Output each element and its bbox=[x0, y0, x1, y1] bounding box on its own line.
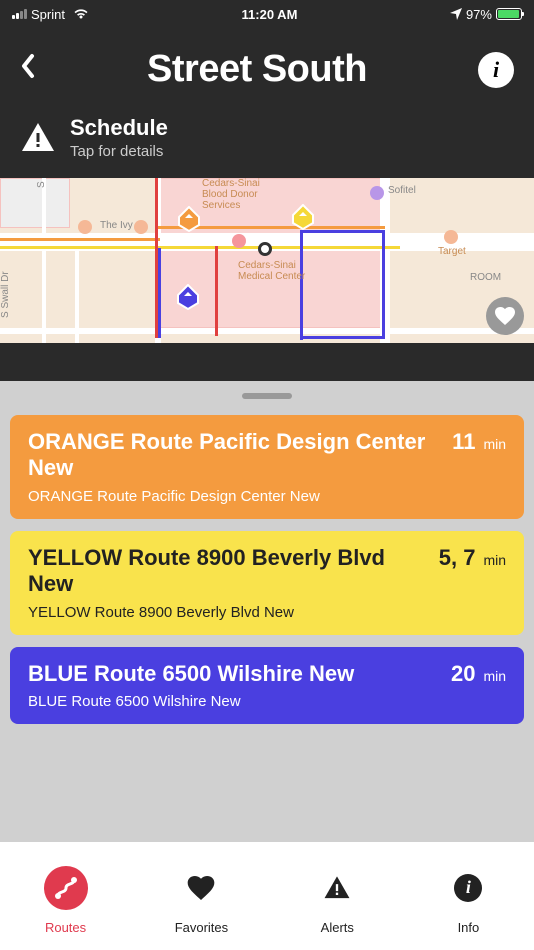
map-label-cedars-med: Cedars-Sinai Medical Center bbox=[238, 260, 318, 282]
schedule-banner[interactable]: Schedule Tap for details bbox=[0, 101, 534, 178]
info-button[interactable]: i bbox=[478, 52, 514, 88]
favorite-button[interactable] bbox=[486, 297, 524, 335]
heart-icon bbox=[495, 307, 515, 325]
schedule-title: Schedule bbox=[70, 115, 168, 141]
nav-routes[interactable]: Routes bbox=[44, 866, 88, 935]
status-right: 97% bbox=[450, 7, 522, 22]
route-card-yellow[interactable]: YELLOW Route 8900 Beverly Blvd New 5, 7 … bbox=[10, 531, 524, 635]
route-name: YELLOW Route 8900 Beverly Blvd New bbox=[28, 545, 429, 598]
nav-label: Routes bbox=[45, 920, 86, 935]
map-label-sofitel: Sofitel bbox=[388, 185, 416, 196]
map-marker-blue bbox=[177, 284, 199, 310]
page-title: Street South bbox=[147, 48, 367, 91]
route-time: 20 min bbox=[451, 661, 506, 687]
map-marker-yellow bbox=[292, 204, 314, 230]
signal-icon bbox=[12, 9, 27, 19]
battery-icon bbox=[496, 8, 522, 20]
nav-alerts[interactable]: Alerts bbox=[315, 866, 359, 935]
heart-icon bbox=[187, 876, 215, 900]
poi-medical bbox=[232, 234, 246, 248]
status-left: Sprint bbox=[12, 7, 89, 22]
sheet-handle[interactable] bbox=[242, 393, 292, 399]
map[interactable]: Cedars-Sinai Blood Donor Services Cedars… bbox=[0, 178, 534, 343]
route-card-blue[interactable]: BLUE Route 6500 Wilshire New 20 min BLUE… bbox=[10, 647, 524, 724]
route-name: ORANGE Route Pacific Design Center New bbox=[28, 429, 442, 482]
status-bar: Sprint 11:20 AM 97% bbox=[0, 0, 534, 28]
info-icon: i bbox=[454, 874, 482, 902]
map-label-target: Target bbox=[438, 246, 466, 257]
status-time: 11:20 AM bbox=[242, 7, 298, 22]
map-center-dot bbox=[258, 242, 272, 256]
map-label-room: ROOM bbox=[470, 272, 501, 283]
poi-target bbox=[444, 230, 458, 244]
schedule-subtitle: Tap for details bbox=[70, 143, 168, 160]
warning-icon bbox=[20, 120, 56, 156]
map-label-swall: S Swall Dr bbox=[0, 271, 11, 318]
back-button[interactable] bbox=[20, 53, 36, 86]
route-name: BLUE Route 6500 Wilshire New bbox=[28, 661, 441, 687]
poi-hotel bbox=[370, 186, 384, 200]
nav-label: Alerts bbox=[321, 920, 354, 935]
route-time: 11 min bbox=[452, 429, 506, 455]
schedule-text: Schedule Tap for details bbox=[70, 115, 168, 160]
route-sheet: ORANGE Route Pacific Design Center New 1… bbox=[0, 381, 534, 842]
map-marker-orange bbox=[178, 206, 200, 232]
route-card-orange[interactable]: ORANGE Route Pacific Design Center New 1… bbox=[10, 415, 524, 519]
nav-label: Info bbox=[458, 920, 480, 935]
map-label-ivy: The Ivy bbox=[100, 220, 133, 231]
routes-icon bbox=[53, 875, 79, 901]
location-icon bbox=[450, 8, 462, 20]
nav-info[interactable]: i Info bbox=[446, 866, 490, 935]
nav-label: Favorites bbox=[175, 920, 228, 935]
wifi-icon bbox=[73, 8, 89, 20]
route-time: 5, 7 min bbox=[439, 545, 506, 571]
header: Street South i bbox=[0, 28, 534, 101]
route-sub: ORANGE Route Pacific Design Center New bbox=[28, 488, 506, 505]
map-label-cedars-blood: Cedars-Sinai Blood Donor Services bbox=[202, 178, 282, 211]
bottom-nav: Routes Favorites Alerts i Info bbox=[0, 842, 534, 950]
map-label-clark: S Clark Dr bbox=[36, 178, 47, 188]
battery-percent: 97% bbox=[466, 7, 492, 22]
poi-food1 bbox=[78, 220, 92, 234]
carrier-label: Sprint bbox=[31, 7, 65, 22]
route-sub: BLUE Route 6500 Wilshire New bbox=[28, 693, 506, 710]
warning-icon bbox=[322, 874, 352, 902]
nav-favorites[interactable]: Favorites bbox=[175, 866, 228, 935]
poi-food2 bbox=[134, 220, 148, 234]
route-sub: YELLOW Route 8900 Beverly Blvd New bbox=[28, 604, 506, 621]
